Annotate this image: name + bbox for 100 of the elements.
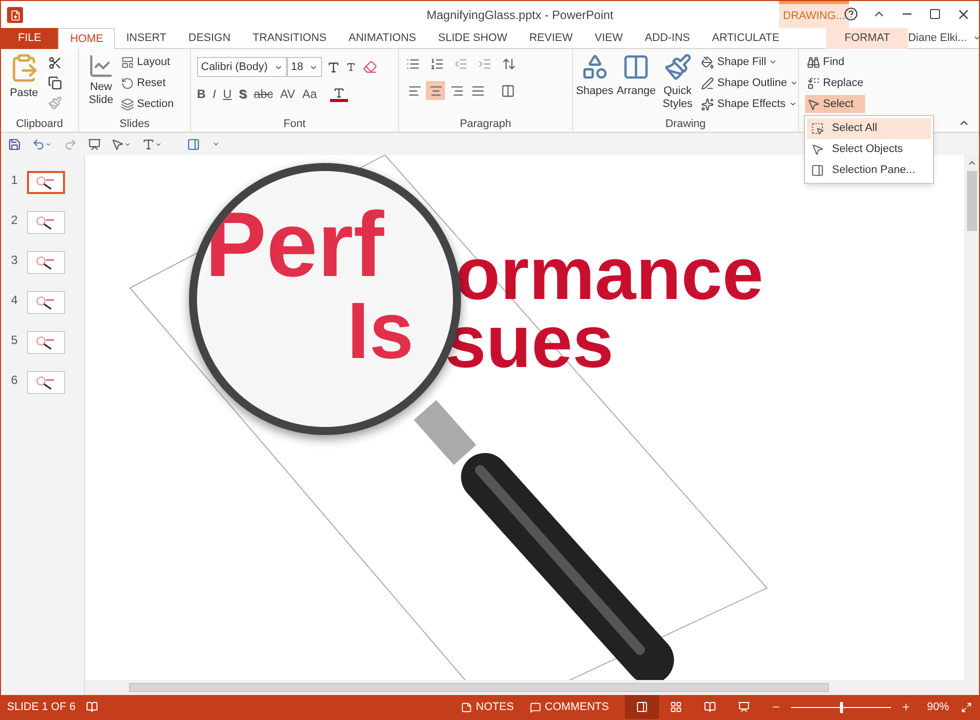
slide-thumbnail[interactable] [27, 291, 65, 314]
slide-number: 2 [11, 212, 19, 229]
ribbon-tab[interactable]: FILE [1, 28, 58, 49]
section-icon [121, 98, 134, 110]
slide-thumbnail[interactable] [27, 371, 65, 394]
new-slide-button[interactable]: New Slide [85, 53, 117, 116]
columns-icon[interactable] [499, 84, 517, 98]
drawing-large-button[interactable]: Arrange [616, 53, 656, 116]
undo-icon[interactable] [31, 138, 53, 150]
bullets-icon[interactable] [405, 57, 421, 71]
line-spacing-icon[interactable] [501, 57, 517, 71]
view-button[interactable] [624, 695, 659, 719]
magnified-text: Perf [205, 199, 384, 291]
sparkle-icon [701, 98, 714, 110]
reset-icon [121, 76, 134, 90]
grow-font-icon[interactable] [326, 60, 340, 74]
clear-formatting-icon[interactable] [362, 60, 378, 74]
copy-icon[interactable] [47, 75, 63, 91]
customize-icon[interactable] [211, 140, 221, 148]
numbering-icon[interactable] [429, 57, 445, 71]
window-title: MagnifyingGlass.pptx - PowerPoint [426, 6, 614, 24]
user-name[interactable]: Diane Elki... [908, 30, 967, 46]
ribbon-tab[interactable]: FORMAT [826, 28, 908, 49]
zoom-thumb[interactable] [840, 702, 843, 712]
slide-thumbnail[interactable] [27, 171, 65, 194]
font-size-field[interactable]: 18 [287, 57, 322, 77]
ribbon-tab[interactable]: VIEW [584, 28, 634, 49]
caret-icon [790, 79, 798, 87]
slide-count: SLIDE 1 OF 6 [7, 700, 76, 715]
slide-thumbnail[interactable] [27, 211, 65, 234]
format-button[interactable]: B [197, 85, 206, 103]
drawing-large-button[interactable]: Shapes [575, 53, 614, 116]
help-icon[interactable] [843, 6, 859, 22]
format-button[interactable]: abc [254, 85, 274, 103]
editing-button[interactable]: Replace [805, 74, 866, 92]
cut-icon[interactable] [47, 55, 63, 71]
menu-item[interactable]: Selection Pane... [807, 160, 931, 181]
zoom-slider[interactable] [790, 701, 891, 713]
comments-button[interactable]: COMMENTS [530, 698, 609, 716]
scrollbar-thumb[interactable] [966, 171, 976, 231]
shape-format-button[interactable]: Shape Fill [701, 53, 798, 71]
thumbnail-drawing [36, 176, 54, 190]
ribbon-tab[interactable]: ADD-INS [634, 28, 701, 49]
slide-command-button[interactable]: Section [121, 95, 174, 113]
ribbon-tab[interactable]: SLIDE SHOW [427, 28, 518, 49]
font-name-field[interactable]: Calibri (Body) [197, 57, 287, 77]
align-icon [450, 84, 464, 98]
align-button[interactable] [426, 81, 445, 100]
notes-icon [460, 702, 472, 712]
comment-icon [530, 702, 541, 712]
pen-icon [701, 76, 714, 90]
ribbon-tab[interactable]: TRANSITIONS [242, 28, 338, 49]
pointer-icon [811, 143, 824, 156]
drawing-large-button[interactable]: Quick Styles [658, 53, 698, 116]
font-color-icon[interactable] [330, 86, 348, 102]
thumbnail-drawing [36, 376, 54, 390]
ribbon-tab[interactable]: REVIEW [518, 28, 584, 49]
format-button[interactable]: AV [280, 85, 296, 103]
presentation-icon[interactable] [87, 138, 101, 150]
save-icon[interactable] [7, 138, 21, 150]
group-label: Clipboard [16, 116, 64, 132]
thumbnail-drawing [36, 256, 54, 270]
layout-icon [121, 56, 134, 68]
ribbon-tab[interactable]: HOME [58, 28, 116, 49]
menu-item[interactable]: Select All [807, 118, 931, 139]
scrollbar-thumb[interactable] [129, 683, 829, 692]
thumbnail-drawing [36, 216, 54, 230]
fit-slide-icon[interactable] [959, 702, 973, 712]
slide-command-button[interactable]: Layout [121, 53, 174, 71]
format-button[interactable]: U [223, 85, 232, 103]
slide-thumbnail[interactable] [27, 251, 65, 274]
paint-bucket-icon [701, 56, 714, 68]
slide-command-button[interactable]: Reset [121, 74, 174, 92]
ribbon-tab[interactable]: INSERT [115, 28, 178, 49]
group-label: Slides [120, 116, 150, 132]
maximize-icon[interactable] [927, 6, 943, 22]
slide-thumbnail[interactable] [27, 331, 65, 354]
format-button[interactable]: I [212, 85, 216, 103]
shape-format-button[interactable]: Shape Outline [701, 74, 798, 92]
slide-number: 3 [11, 252, 19, 269]
group-label: Paragraph [460, 116, 512, 132]
selection-pane-icon [811, 164, 824, 177]
ribbon-tab[interactable]: DESIGN [177, 28, 242, 49]
slide-number: 6 [11, 372, 19, 389]
select-all-icon [811, 122, 824, 135]
paste-button[interactable]: Paste [7, 53, 41, 116]
menu-item[interactable]: Select Objects [807, 139, 931, 160]
format-button[interactable]: S [238, 85, 247, 103]
slide-number: 1 [11, 172, 19, 189]
ribbon-tab[interactable]: ARTICULATE [701, 28, 790, 49]
zoom-in-icon[interactable] [900, 702, 911, 712]
ribbon-tab[interactable]: ANIMATIONS [338, 28, 428, 49]
shape-format-button[interactable]: Shape Effects [701, 95, 798, 113]
editing-button[interactable]: Find [805, 53, 866, 71]
pointer-icon [807, 98, 820, 110]
zoom-level[interactable]: 90% [926, 698, 949, 716]
font-color-icon[interactable] [141, 138, 163, 150]
editing-button[interactable]: Select [805, 95, 866, 113]
format-button[interactable]: Aa [302, 85, 317, 103]
notes-button[interactable]: NOTES [460, 698, 514, 716]
